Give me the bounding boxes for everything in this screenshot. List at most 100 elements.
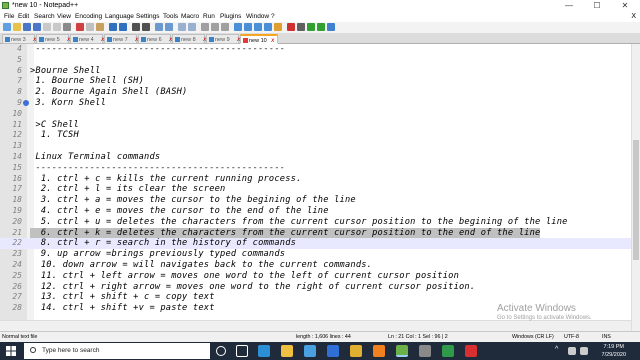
- sync-horizontal-icon[interactable]: [188, 23, 196, 31]
- menu-macro[interactable]: Macro: [181, 11, 199, 22]
- editor-line[interactable]: 21 6. ctrl + k = deletes the characters …: [0, 227, 631, 239]
- taskbar-search-box[interactable]: Type here to search: [24, 343, 210, 359]
- save-macro-icon[interactable]: [327, 23, 335, 31]
- editor-line[interactable]: 19 4. ctrl + e = moves the cursor to the…: [0, 206, 631, 217]
- close-icon[interactable]: [43, 23, 51, 31]
- save-icon[interactable]: [23, 23, 31, 31]
- horizontal-scrollbar[interactable]: [0, 320, 631, 331]
- editor-line[interactable]: 23 9. up arrow =brings previously typed …: [0, 249, 631, 260]
- monitoring-icon[interactable]: [274, 23, 282, 31]
- zoom-out-icon[interactable]: [165, 23, 173, 31]
- editor-line[interactable]: 11 >C Shell: [0, 120, 631, 131]
- menu-run[interactable]: Run: [203, 11, 215, 22]
- tab-new-6[interactable]: new 6x: [138, 34, 173, 44]
- tab-new-10[interactable]: new 10 x: [240, 34, 278, 44]
- find-icon[interactable]: [132, 23, 140, 31]
- tab-new-5[interactable]: new 5x: [36, 34, 71, 44]
- editor-line[interactable]: 22 8. ctrl + r = search in the history o…: [0, 238, 631, 250]
- tab-new-8[interactable]: new 8x: [172, 34, 207, 44]
- scrollbar-thumb[interactable]: [633, 140, 639, 260]
- show-all-chars-icon[interactable]: [211, 23, 219, 31]
- editor-line[interactable]: 13: [0, 141, 631, 152]
- mail-icon[interactable]: [327, 345, 339, 357]
- editor-line[interactable]: 15 -------------------------------------…: [0, 163, 631, 174]
- text-editor[interactable]: 4 --------------------------------------…: [0, 44, 631, 331]
- menu-plugins[interactable]: Plugins: [220, 11, 241, 22]
- editor-line[interactable]: 20 5. ctrl + u = deletes the characters …: [0, 217, 631, 228]
- editor-line[interactable]: 25 11. ctrl + left arrow = moves one wor…: [0, 271, 631, 282]
- taskbar-clock[interactable]: 7:19 PM 7/29/2020: [602, 343, 626, 359]
- app-icon-green[interactable]: [442, 345, 454, 357]
- network-icon[interactable]: [568, 347, 576, 355]
- menu-settings[interactable]: Settings: [136, 11, 160, 22]
- doc-map-icon[interactable]: [244, 23, 252, 31]
- windows-start-icon[interactable]: [6, 346, 16, 356]
- editor-line[interactable]: 14 Linux Terminal commands: [0, 152, 631, 163]
- cut-icon[interactable]: [76, 23, 84, 31]
- play-macro-icon[interactable]: [307, 23, 315, 31]
- app-icon-red[interactable]: [465, 345, 477, 357]
- editor-line[interactable]: 4 --------------------------------------…: [0, 44, 631, 55]
- tab-new-7[interactable]: new 7x: [104, 34, 139, 44]
- menu-help[interactable]: ?: [271, 11, 275, 22]
- volume-icon[interactable]: [580, 347, 588, 355]
- cortana-icon[interactable]: [216, 346, 226, 356]
- paste-icon[interactable]: [96, 23, 104, 31]
- editor-line[interactable]: 6 >Bourne Shell: [0, 66, 631, 77]
- menu-encoding[interactable]: Encoding: [75, 11, 102, 22]
- editor-line[interactable]: 16 1. ctrl + c = kills the current runni…: [0, 174, 631, 185]
- editor-line[interactable]: 9 3. Korn Shell: [0, 98, 631, 109]
- copy-icon[interactable]: [86, 23, 94, 31]
- edge-browser-icon[interactable]: [258, 345, 270, 357]
- editor-line[interactable]: 8 2. Bourne Again Shell (BASH): [0, 87, 631, 98]
- editor-line[interactable]: 17 2. ctrl + l = its clear the screen: [0, 184, 631, 195]
- replace-icon[interactable]: [142, 23, 150, 31]
- close-document-x[interactable]: X: [631, 11, 636, 22]
- maximize-button[interactable]: ☐: [584, 0, 610, 11]
- tab-new-3[interactable]: new 3x: [2, 34, 37, 44]
- editor-line[interactable]: 10: [0, 109, 631, 120]
- close-all-icon[interactable]: [53, 23, 61, 31]
- udl-icon[interactable]: [234, 23, 242, 31]
- editor-line[interactable]: 5: [0, 55, 631, 66]
- indent-guide-icon[interactable]: [221, 23, 229, 31]
- print-icon[interactable]: [63, 23, 71, 31]
- menu-view[interactable]: View: [57, 11, 71, 22]
- folder-workspace-icon[interactable]: [264, 23, 272, 31]
- open-file-icon[interactable]: [13, 23, 21, 31]
- new-file-icon[interactable]: [3, 23, 11, 31]
- editor-line[interactable]: 12 1. TCSH: [0, 130, 631, 141]
- zoom-in-icon[interactable]: [155, 23, 163, 31]
- tab-new-4[interactable]: new 4x: [70, 34, 105, 44]
- menu-window[interactable]: Window: [246, 11, 269, 22]
- editor-line[interactable]: 18 3. ctrl + a = moves the cursor to the…: [0, 195, 631, 206]
- tab-new-9[interactable]: new 9x: [206, 34, 241, 44]
- minimize-button[interactable]: —: [556, 0, 582, 11]
- undo-icon[interactable]: [109, 23, 117, 31]
- record-macro-icon[interactable]: [287, 23, 295, 31]
- run-macro-multiple-icon[interactable]: [317, 23, 325, 31]
- stop-macro-icon[interactable]: [297, 23, 305, 31]
- chrome-icon[interactable]: [350, 345, 362, 357]
- editor-line[interactable]: 27 13. ctrl + shift + c = copy text: [0, 292, 631, 303]
- menu-language[interactable]: Language: [105, 11, 134, 22]
- editor-line[interactable]: 24 10. down arrow = will navigates back …: [0, 260, 631, 271]
- menu-file[interactable]: File: [4, 11, 14, 22]
- close-window-button[interactable]: ✕: [612, 0, 638, 11]
- sync-vertical-icon[interactable]: [178, 23, 186, 31]
- menu-search[interactable]: Search: [34, 11, 55, 22]
- store-icon[interactable]: [304, 345, 316, 357]
- save-all-icon[interactable]: [33, 23, 41, 31]
- task-view-icon[interactable]: [236, 345, 248, 357]
- menu-edit[interactable]: Edit: [18, 11, 29, 22]
- editor-line[interactable]: 26 12. ctrl + right arrow = moves one wo…: [0, 282, 631, 293]
- bookmark-icon[interactable]: [23, 100, 29, 106]
- word-wrap-icon[interactable]: [201, 23, 209, 31]
- function-list-icon[interactable]: [254, 23, 262, 31]
- menu-tools[interactable]: Tools: [163, 11, 178, 22]
- redo-icon[interactable]: [119, 23, 127, 31]
- tray-chevron-up-icon[interactable]: ^: [555, 346, 558, 353]
- vertical-scrollbar[interactable]: [631, 44, 640, 331]
- editor-line[interactable]: 7 1. Bourne Shell (SH): [0, 76, 631, 87]
- file-explorer-icon[interactable]: [281, 345, 293, 357]
